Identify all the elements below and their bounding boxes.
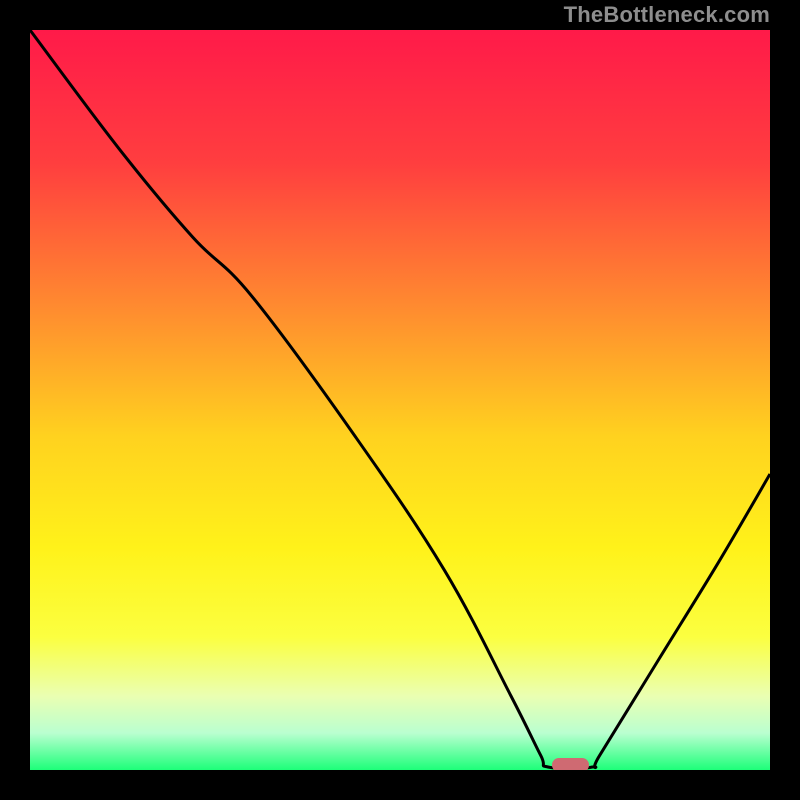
chart-frame: TheBottleneck.com <box>0 0 800 800</box>
curve-layer <box>30 30 770 770</box>
bottleneck-curve <box>30 30 770 769</box>
watermark-text: TheBottleneck.com <box>564 2 770 28</box>
plot-area <box>30 30 770 770</box>
optimal-marker <box>552 758 589 770</box>
